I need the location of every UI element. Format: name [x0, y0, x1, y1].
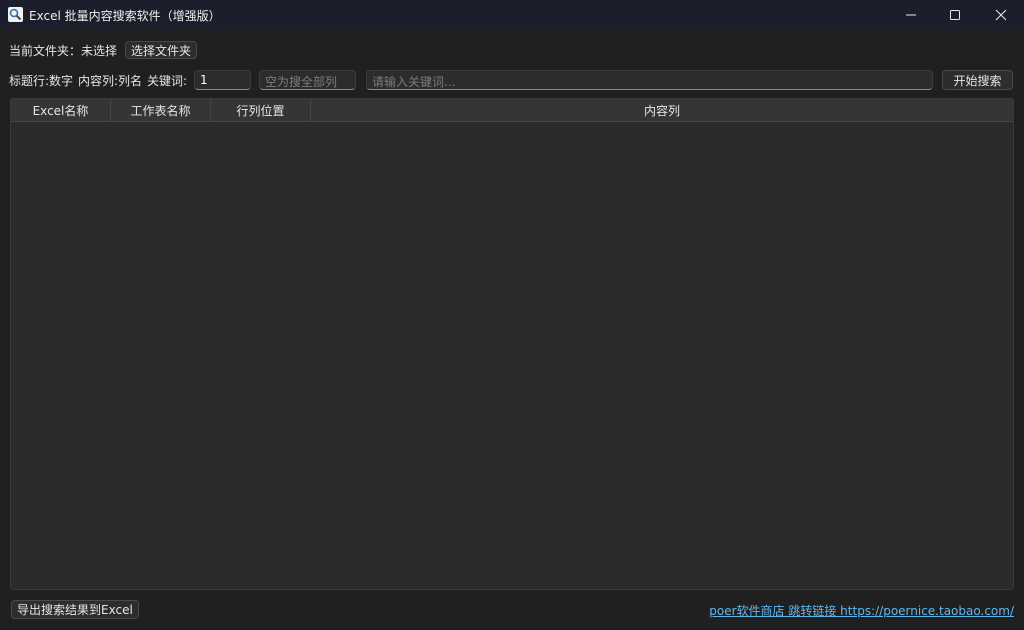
keyword-label: 关键词:: [147, 74, 188, 88]
column-header-cell-position[interactable]: 行列位置: [211, 99, 311, 121]
keyword-input[interactable]: 请输入关键词...: [366, 70, 933, 90]
column-header-sheet-name[interactable]: 工作表名称: [111, 99, 211, 121]
magnifier-icon: [8, 7, 23, 22]
title-bar: Excel 批量内容搜索软件（增强版）: [0, 0, 1024, 30]
close-button[interactable]: [978, 0, 1024, 30]
app-window: Excel 批量内容搜索软件（增强版） 当前文件夹： 未选择 选择文件夹 标题行…: [0, 0, 1024, 630]
maximize-icon: [950, 10, 960, 20]
header-row-input[interactable]: 1: [194, 70, 251, 90]
column-header-excel-name[interactable]: Excel名称: [11, 99, 111, 121]
export-results-button[interactable]: 导出搜索结果到Excel: [11, 600, 139, 619]
minimize-icon: [906, 14, 916, 16]
content-column-label: 内容列:列名: [78, 74, 143, 88]
maximize-button[interactable]: [932, 0, 978, 30]
header-row-label: 标题行:数字: [9, 74, 74, 88]
current-folder-label: 当前文件夹：: [9, 43, 82, 58]
results-table[interactable]: Excel名称 工作表名称 行列位置 内容列: [10, 98, 1014, 590]
search-row: 标题行:数字 内容列:列名 关键词: 1 空为搜全部列 请输入关键词... 开始…: [0, 69, 1024, 91]
table-header: Excel名称 工作表名称 行列位置 内容列: [11, 99, 1013, 122]
start-search-button[interactable]: 开始搜索: [942, 70, 1013, 90]
column-header-content[interactable]: 内容列: [311, 99, 1013, 121]
current-folder-value: 未选择: [81, 43, 118, 58]
close-icon: [995, 9, 1007, 21]
minimize-button[interactable]: [888, 0, 934, 30]
window-title: Excel 批量内容搜索软件（增强版）: [29, 9, 221, 23]
content-column-input[interactable]: 空为搜全部列: [259, 70, 356, 90]
select-folder-button[interactable]: 选择文件夹: [125, 41, 198, 59]
folder-row: 当前文件夹： 未选择 选择文件夹: [9, 40, 198, 60]
store-link[interactable]: poer软件商店 跳转链接 https://poernice.taobao.co…: [709, 602, 1014, 619]
